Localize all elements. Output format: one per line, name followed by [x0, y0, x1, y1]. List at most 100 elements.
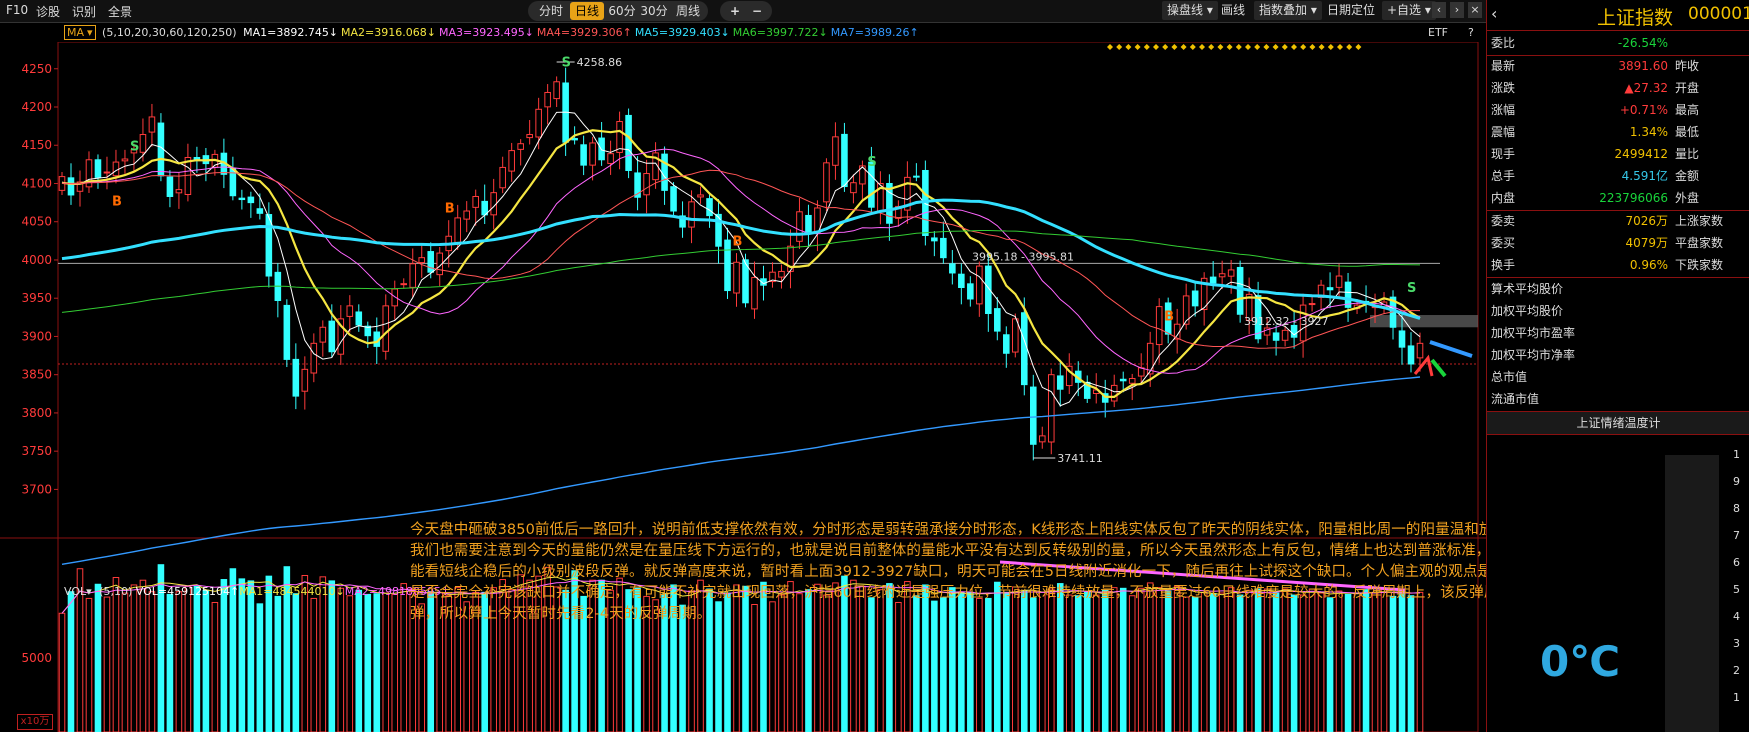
- signal-b: B: [1164, 309, 1174, 324]
- period-tab-weekly[interactable]: 周线: [670, 2, 706, 20]
- volume-bar: [274, 595, 282, 732]
- ma-legend: MA ▾ (5,10,20,30,60,120,250) MA1=3892.745…: [0, 23, 1486, 42]
- candle-body: [382, 305, 390, 352]
- menu-identify[interactable]: 识别: [72, 3, 96, 20]
- gap-annotation: 3995.18 - 3995.81: [972, 250, 1074, 263]
- quote-value: 223796066: [1599, 191, 1668, 205]
- candle-body: [1056, 375, 1064, 390]
- candle-body: [661, 153, 668, 191]
- quote-label: 涨幅: [1491, 103, 1516, 117]
- diamond-marker: [1300, 44, 1307, 50]
- zoom-in-button[interactable]: +: [726, 2, 744, 20]
- y-tick-label: 4150: [21, 138, 52, 152]
- candle-body: [103, 171, 111, 174]
- volume-bar: [139, 579, 147, 732]
- chevron-left-icon[interactable]: ‹: [1491, 4, 1497, 23]
- quote-row: 最新 3891.60 昨收: [1487, 55, 1749, 77]
- menu-panorama[interactable]: 全景: [108, 3, 132, 20]
- order-row: 换手 0.96% 下跌家数: [1487, 254, 1749, 276]
- y-tick-label: 4050: [21, 215, 52, 229]
- quote-value: ▲27.32: [1624, 81, 1668, 95]
- volume-bar: [58, 612, 66, 732]
- gauge-tick: 5: [1733, 583, 1740, 596]
- gauge-tick: 6: [1733, 556, 1740, 569]
- candle-body: [265, 214, 273, 277]
- index-overlay-dropdown[interactable]: 指数叠加 ▾: [1254, 1, 1322, 20]
- quote-right-label: 金额: [1675, 169, 1700, 183]
- chevron-left-icon[interactable]: ‹: [1432, 2, 1446, 18]
- period-tab-60min[interactable]: 60分: [606, 2, 638, 20]
- diamond-marker: [1171, 44, 1178, 50]
- zoom-out-button[interactable]: −: [748, 2, 766, 20]
- date-locate-button[interactable]: 日期定位: [1322, 1, 1380, 20]
- candle-body: [1038, 435, 1046, 443]
- diamond-marker: [1217, 44, 1224, 50]
- candle-body: [1227, 269, 1235, 277]
- gauge-tick: 4: [1733, 610, 1740, 623]
- candle-body: [616, 121, 623, 153]
- diamond-marker: [1281, 44, 1288, 50]
- candle-body: [463, 210, 470, 220]
- chevron-right-icon[interactable]: ›: [1450, 2, 1464, 18]
- weibi-label: 委比: [1491, 36, 1516, 50]
- candle-body: [1047, 374, 1055, 443]
- quote-value: 4.591亿: [1621, 169, 1668, 183]
- order-label: 委卖: [1491, 214, 1516, 228]
- candle-body: [1407, 345, 1415, 365]
- draw-line-button[interactable]: 画线: [1216, 1, 1250, 20]
- ma-indicator-selector[interactable]: MA ▾: [64, 25, 96, 40]
- menu-f10[interactable]: F10: [6, 3, 28, 17]
- candle-body: [1236, 266, 1244, 315]
- signal-s: S: [1407, 281, 1416, 296]
- etf-button[interactable]: ETF: [1428, 23, 1448, 42]
- signal-b: B: [112, 195, 122, 210]
- stat-row: 流通市值: [1487, 388, 1749, 410]
- watchlist-dropdown[interactable]: +自选 ▾: [1382, 1, 1436, 20]
- help-icon[interactable]: ?: [1468, 23, 1474, 42]
- quote-value: 3891.60: [1618, 59, 1668, 73]
- volume-bar: [202, 589, 210, 732]
- quote-row: 涨幅 +0.71% 最高: [1487, 99, 1749, 121]
- signal-s: S: [562, 56, 571, 71]
- candle-body: [319, 326, 327, 343]
- candle-body: [589, 142, 596, 166]
- gauge-tick: 8: [1733, 502, 1740, 515]
- candle-body: [184, 156, 192, 196]
- volume-bar: [328, 580, 336, 732]
- close-icon[interactable]: ×: [1468, 2, 1482, 18]
- forecast-arrow-up: [1413, 354, 1434, 377]
- candle-body: [1029, 386, 1037, 445]
- period-tab-daily[interactable]: 日线: [570, 2, 604, 20]
- candle-body: [913, 175, 920, 178]
- toolbar: F10 诊股 识别 全景 分时 日线 60分 30分 周线 + − 操盘线 ▾ …: [0, 0, 1486, 23]
- period-tab-timeshare[interactable]: 分时: [534, 2, 568, 20]
- candle-body: [1110, 384, 1118, 402]
- gauge-tick: 3: [1733, 637, 1740, 650]
- diamond-marker: [1235, 44, 1242, 50]
- kline-chart[interactable]: 4250 4200 4150 4100 4050 4000 3950 3900 3850 3800…: [0, 42, 1486, 732]
- candle-body: [175, 189, 183, 194]
- diamond-marker: [1263, 44, 1270, 50]
- gauge-tick: 7: [1733, 529, 1740, 542]
- signal-b: B: [445, 201, 455, 216]
- vol-indicator-selector[interactable]: VOL▾: [64, 585, 92, 598]
- ma-value-1: MA1=3892.745↓: [243, 26, 339, 39]
- candle-body: [733, 261, 740, 294]
- volume-bar: [184, 585, 192, 732]
- volume-bar: [337, 587, 345, 732]
- period-tab-30min[interactable]: 30分: [638, 2, 670, 20]
- volume-bar: [193, 585, 201, 732]
- candle-body: [967, 283, 974, 300]
- quote-row: 总手 4.591亿 金额: [1487, 165, 1749, 187]
- candle-body: [850, 182, 857, 194]
- diamond-marker: [1153, 44, 1159, 50]
- quote-row: 震幅 1.34% 最低: [1487, 121, 1749, 143]
- volume-bar: [130, 584, 138, 732]
- volume-bar: [103, 596, 111, 732]
- period-selector: 分时 日线 60分 30分 周线: [528, 1, 708, 21]
- trading-line-dropdown[interactable]: 操盘线 ▾: [1162, 1, 1218, 20]
- menu-diagnose[interactable]: 诊股: [36, 3, 60, 20]
- gap-box: [1370, 315, 1478, 328]
- order-row: 委买 4079万 平盘家数: [1487, 232, 1749, 254]
- y-tick-label: 3900: [21, 329, 52, 343]
